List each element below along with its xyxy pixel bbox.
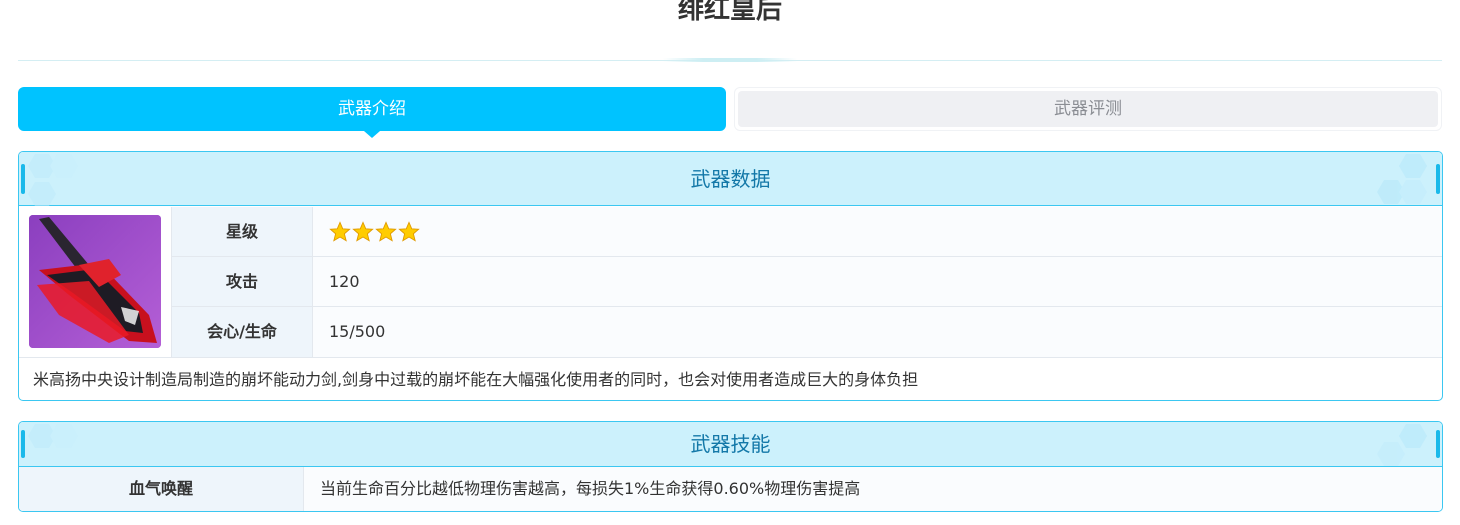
skill-name: 血气唤醒 <box>19 467 304 511</box>
star-icon <box>352 220 374 242</box>
weapon-skill-title: 武器技能 <box>690 432 771 456</box>
tab-bar: 武器介绍 武器评测 <box>18 87 1442 138</box>
page-title: 绯红皇后 <box>677 0 782 25</box>
weapon-data-panel: 武器数据 星级 攻击 120 会心/生命 15/500 米高扬中央设计制造局制造… <box>18 151 1443 401</box>
hexagon-decoration-right-icon <box>1377 424 1427 466</box>
weapon-sword-image <box>29 215 161 348</box>
weapon-stats-table: 星级 攻击 120 会心/生命 15/500 <box>172 207 1442 357</box>
stat-label: 会心/生命 <box>172 307 313 357</box>
weapon-skill-header: 武器技能 <box>19 422 1442 467</box>
weapon-data-header: 武器数据 <box>19 152 1442 206</box>
star-icon <box>398 220 420 242</box>
tab-weapon-review-label: 武器评测 <box>738 91 1438 127</box>
stat-label: 攻击 <box>172 257 313 306</box>
stat-row-rarity: 星级 <box>172 207 1442 257</box>
stat-value: 120 <box>313 257 1442 306</box>
stat-row-crit-hp: 会心/生命 15/500 <box>172 307 1442 357</box>
weapon-description: 米高扬中央设计制造局制造的崩坏能动力剑,剑身中过载的崩坏能在大幅强化使用者的同时… <box>19 357 1442 400</box>
hexagon-decoration-left-icon <box>28 154 78 206</box>
tab-weapon-intro[interactable]: 武器介绍 <box>18 87 726 138</box>
header-edge-right <box>1436 430 1440 458</box>
skill-row: 血气唤醒 当前生命百分比越低物理伤害越高，每损失1%生命获得0.60%物理伤害提… <box>19 467 1442 511</box>
stat-label: 星级 <box>172 207 313 256</box>
stat-value: 15/500 <box>313 307 1442 357</box>
star-icon <box>329 220 351 242</box>
hexagon-decoration-right-icon <box>1377 154 1427 204</box>
rarity-stars <box>313 207 1442 256</box>
weapon-skill-panel: 武器技能 血气唤醒 当前生命百分比越低物理伤害越高，每损失1%生命获得0.60%… <box>18 421 1443 512</box>
hexagon-decoration-left-icon <box>28 424 78 448</box>
weapon-data-title: 武器数据 <box>690 167 771 191</box>
stat-row-attack: 攻击 120 <box>172 257 1442 307</box>
skill-description: 当前生命百分比越低物理伤害越高，每损失1%生命获得0.60%物理伤害提高 <box>304 467 1442 511</box>
tab-weapon-review[interactable]: 武器评测 <box>734 87 1442 131</box>
header-edge-right <box>1436 164 1440 194</box>
title-divider-accent <box>663 58 797 62</box>
star-icon <box>375 220 397 242</box>
